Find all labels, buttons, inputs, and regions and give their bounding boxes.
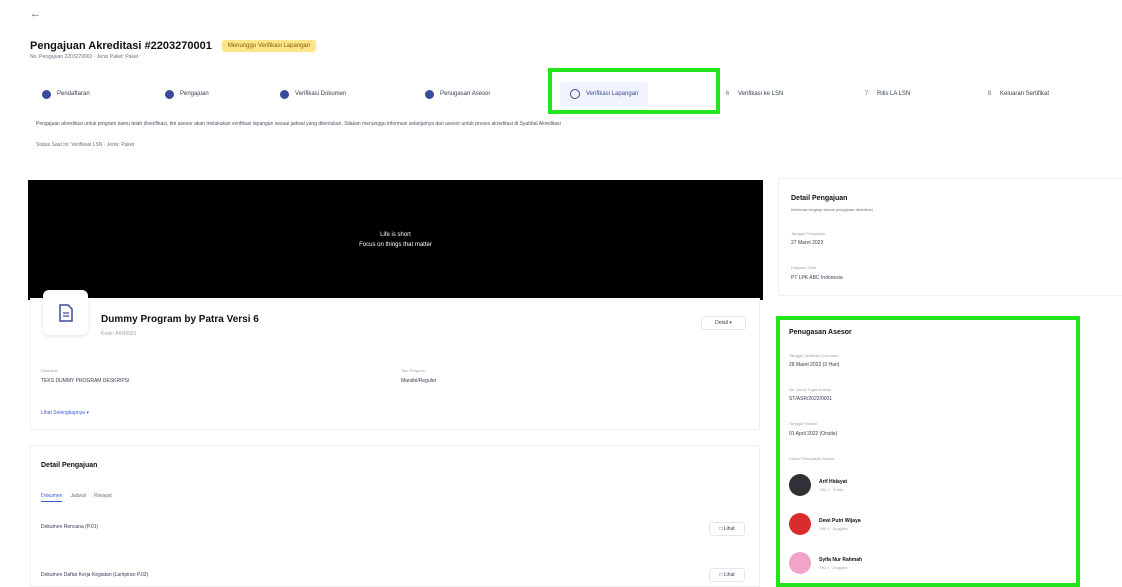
submitted-by-label: Diajukan Oleh [791, 265, 817, 270]
section-tabs: Dokumen Jadwal Riwayat [41, 493, 112, 502]
assessor-list-label: Daftar Penugasan Asesor [789, 456, 835, 461]
step-label: Keluaran Sertifikat [1000, 91, 1050, 97]
progress-stepper: Pendaftaran Pengajuan Verifikasi Dokumen… [30, 82, 1110, 106]
video-caption-line2: Focus on things that matter [359, 242, 432, 248]
step-verifikasi-dokumen[interactable]: Verifikasi Dokumen [280, 82, 346, 106]
assessor-field-label: Tanggal Visitasi [789, 421, 817, 426]
avatar [789, 552, 811, 574]
detail-button-label: Detail [715, 320, 728, 326]
avatar [789, 513, 811, 535]
assessor-field-value: 01 April 2022 (Onsite) [789, 431, 838, 437]
step-check-icon [425, 89, 434, 99]
step-rilis-la-lsn[interactable]: 7 Rilis LA LSN [862, 82, 911, 106]
document-icon [43, 290, 88, 335]
step-verifikasi-lapangan[interactable]: Verifikasi Lapangan [560, 82, 649, 106]
program-name: Dummy Program by Patra Versi 6 [101, 314, 259, 325]
step-verifikasi-lsn[interactable]: 6 Verifikasi ke LSN [723, 82, 784, 106]
step-label: Verifikasi Dokumen [295, 91, 347, 97]
avatar [789, 474, 811, 496]
assessor-name: Arif Hidayat [819, 478, 848, 485]
section-title: Detail Pengajuan [41, 462, 98, 469]
page-header: Pengajuan Akreditasi #2203270001 Menungg… [30, 40, 317, 52]
assessor-name: Dewi Putri Wijaya [819, 517, 861, 524]
step-check-icon [165, 89, 174, 99]
view-document-button[interactable]: □ Lihat [709, 522, 745, 536]
back-icon[interactable]: ← [30, 8, 41, 20]
assessor-field-value: 28 Maret 2022 (2 Hari) [789, 362, 840, 368]
submission-detail-section: Detail Pengajuan Dokumen Jadwal Riwayat … [30, 445, 760, 587]
side-detail-title: Detail Pengajuan [791, 195, 848, 202]
step-check-icon [280, 89, 289, 99]
step-number: 8 [987, 90, 992, 97]
step-current-icon [570, 89, 580, 99]
video-caption-line1: Life is short [380, 232, 411, 238]
assessor-name: Syifa Nur Rahmah [819, 556, 863, 563]
program-code: Kode: AKR0001 [101, 331, 137, 337]
step-label: Penugasan Asesor [440, 91, 491, 97]
tab-jadwal[interactable]: Jadwal [70, 493, 86, 502]
tab-riwayat[interactable]: Riwayat [94, 493, 112, 502]
step-number: 6 [725, 90, 730, 97]
date-value: 27 Maret 2022 [791, 240, 824, 246]
field-label: Deskripsi [41, 368, 58, 373]
page-title: Pengajuan Akreditasi #2203270001 [30, 40, 212, 52]
step-label: Verifikasi Lapangan [586, 91, 639, 97]
assessor-field-value: ST/ASR/2022/0001 [789, 396, 833, 402]
tab-dokumen[interactable]: Dokumen [41, 493, 63, 502]
step-pengajuan[interactable]: Pengajuan [165, 82, 209, 106]
view-document-button[interactable]: □ Lihat [709, 568, 745, 582]
document-row-label: Dokumen Rencana (P.01) [41, 524, 99, 530]
info-message: Pengajuan akreditasi untuk program kamu … [36, 121, 561, 127]
see-more-label: Lihat Selengkapnya [41, 410, 85, 416]
document-row-label: Dokumen Daftar Kerja Kegiatan (Lampiran … [41, 572, 149, 578]
assessor-item: Dewi Putri Wijaya TIM 1 · Anggota [789, 513, 861, 535]
status-badge: Menunggu Verifikasi Lapangan [221, 40, 317, 52]
step-keluaran-sertifikat[interactable]: 8 Keluaran Sertifikat [985, 82, 1049, 106]
page-subtitle: No. Pengajuan 2203270001 · Jenis Paket: … [30, 54, 139, 60]
assessor-item: Syifa Nur Rahmah TIM 1 · Anggota [789, 552, 862, 574]
step-pendaftaran[interactable]: Pendaftaran [42, 82, 90, 106]
submitted-by-value: PT LPK ABC Indonesia [791, 275, 843, 281]
side-detail-card: Detail Pengajuan Informasi lengkap terka… [778, 178, 1122, 296]
field-value: Mandiri/Reguler [401, 378, 437, 384]
detail-button[interactable]: Detail ▾ [701, 316, 746, 330]
view-button-label: Lihat [723, 572, 735, 578]
field-value: TEKS DUMMY PROGRAM DESKRIPSI [41, 378, 130, 384]
assessor-field-label: No. Surat Tugas Asesor [789, 387, 832, 392]
view-button-label: Lihat [723, 526, 735, 532]
info-status: Status Saat Ini: Verifikasi LSN · Jenis:… [36, 142, 135, 148]
assessor-assignment-panel: Penugasan Asesor Tanggal Verifikasi Doku… [778, 318, 1078, 587]
step-check-icon [42, 89, 51, 99]
step-number: 7 [864, 90, 869, 97]
see-more-link[interactable]: Lihat Selengkapnya ▾ [41, 410, 89, 416]
side-detail-subtitle: Informasi lengkap terkait pengajuan akre… [791, 207, 873, 212]
field-label: Tipe Program [401, 368, 426, 373]
assessor-item: Arif Hidayat TIM 1 · Ketua [789, 474, 847, 496]
program-card: Dummy Program by Patra Versi 6 Kode: AKR… [30, 290, 760, 430]
assessor-role: TIM 1 · Anggota [819, 525, 848, 531]
step-label: Verifikasi ke LSN [738, 91, 784, 97]
assessor-role: TIM 1 · Anggota [819, 564, 848, 570]
video-banner[interactable]: Life is short Focus on things that matte… [28, 180, 763, 300]
step-label: Rilis LA LSN [877, 91, 911, 97]
date-label: Tanggal Pengajuan [791, 231, 826, 236]
assessor-role: TIM 1 · Ketua [819, 486, 844, 492]
assessor-panel-title: Penugasan Asesor [789, 329, 852, 336]
step-penugasan-asesor[interactable]: Penugasan Asesor [425, 82, 490, 106]
assessor-field-label: Tanggal Verifikasi Dokumen [789, 353, 839, 358]
step-label: Pendaftaran [57, 91, 90, 97]
step-label: Pengajuan [180, 91, 209, 97]
